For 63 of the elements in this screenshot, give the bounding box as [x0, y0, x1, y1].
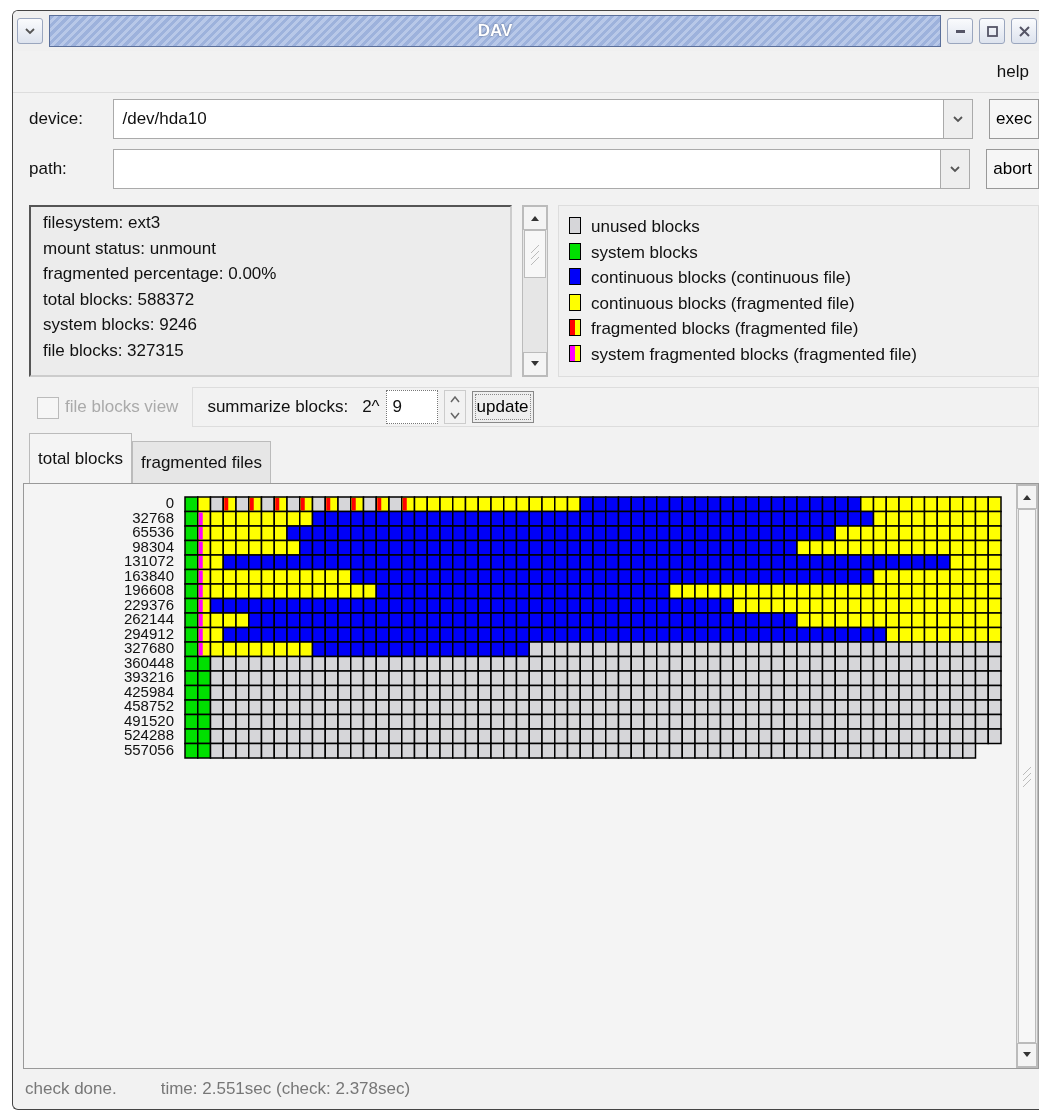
- update-button[interactable]: update: [471, 391, 534, 423]
- status-message: check done.: [25, 1078, 117, 1101]
- up-arrow-icon: [530, 214, 540, 222]
- summarize-label: summarize blocks:: [207, 396, 349, 419]
- legend-label: system blocks: [591, 242, 698, 262]
- tab[interactable]: fragmented files: [132, 441, 271, 483]
- close-button[interactable]: [1011, 18, 1037, 44]
- row-offset-label: 524288: [122, 728, 174, 743]
- row-offset-label: 229376: [122, 597, 174, 612]
- legend-label: unused blocks: [591, 217, 700, 236]
- spin-field[interactable]: 9: [385, 390, 438, 424]
- info-line: fragmented percentage: 0.00%: [43, 263, 278, 285]
- scrollbar[interactable]: [1016, 484, 1038, 1068]
- tab[interactable]: total blocks: [29, 433, 133, 483]
- row-offset-label: 557056: [122, 742, 174, 757]
- row-offset-label: 360448: [122, 655, 174, 670]
- spin-buttons[interactable]: [443, 390, 466, 424]
- caret-icon: [949, 164, 962, 174]
- minimize-icon: [955, 29, 965, 33]
- row-offset-label: 458752: [122, 699, 174, 714]
- row-offset-label: 163840: [122, 568, 174, 583]
- status-time: time: 2.551sec (check: 2.378sec): [160, 1078, 411, 1101]
- row-offset-label: 0: [164, 496, 174, 511]
- row-offset-label: 425984: [122, 684, 174, 699]
- row-offset-label: 131072: [122, 554, 174, 569]
- combo-field[interactable]: [113, 149, 941, 189]
- row-offset-label: 262144: [122, 612, 174, 627]
- menu-item[interactable]: help: [996, 58, 1029, 85]
- row-offset-label: 32768: [131, 510, 174, 525]
- row-offset-label: 327680: [122, 641, 174, 656]
- action-button[interactable]: abort: [986, 149, 1039, 189]
- caret-icon: [951, 114, 964, 124]
- down-arrow-icon: [530, 360, 540, 368]
- field-label: path:: [29, 158, 68, 181]
- info-line: file blocks: 327315: [43, 339, 185, 362]
- info-line: filesystem: ext3: [43, 212, 162, 234]
- scrollbar[interactable]: [522, 205, 548, 377]
- legend-label: continuous blocks (continuous file): [591, 268, 851, 287]
- close-icon: [1018, 25, 1030, 37]
- maximize-button[interactable]: [979, 18, 1005, 44]
- window-title: DAV: [477, 20, 513, 43]
- info-line: mount status: unmount: [43, 237, 217, 260]
- action-button[interactable]: exec: [989, 99, 1039, 139]
- row-offset-label: 65536: [131, 525, 174, 540]
- info-line: total blocks: 588372: [43, 288, 196, 311]
- down-arrow-icon: [1022, 1051, 1032, 1059]
- combo-field[interactable]: /dev/hda10: [113, 99, 944, 139]
- window-menu-button[interactable]: [17, 18, 43, 44]
- row-offset-label: 491520: [122, 713, 174, 728]
- caret-icon: [24, 26, 36, 36]
- row-offset-label: 393216: [122, 670, 174, 685]
- exponent-prefix: 2^: [362, 396, 380, 419]
- row-offset-label: 294912: [122, 626, 174, 641]
- legend-label: system fragmented blocks (fragmented file): [591, 344, 917, 364]
- info-line: system blocks: 9246: [43, 314, 198, 336]
- row-offset-label: 196608: [122, 583, 174, 598]
- field-label: device:: [29, 108, 84, 131]
- row-offset-label: 98304: [131, 539, 174, 554]
- minimize-button[interactable]: [947, 18, 973, 44]
- up-arrow-icon: [1022, 493, 1032, 501]
- maximize-icon: [986, 25, 998, 37]
- legend-label: fragmented blocks (fragmented file): [591, 319, 859, 338]
- legend-label: continuous blocks (fragmented file): [591, 293, 855, 313]
